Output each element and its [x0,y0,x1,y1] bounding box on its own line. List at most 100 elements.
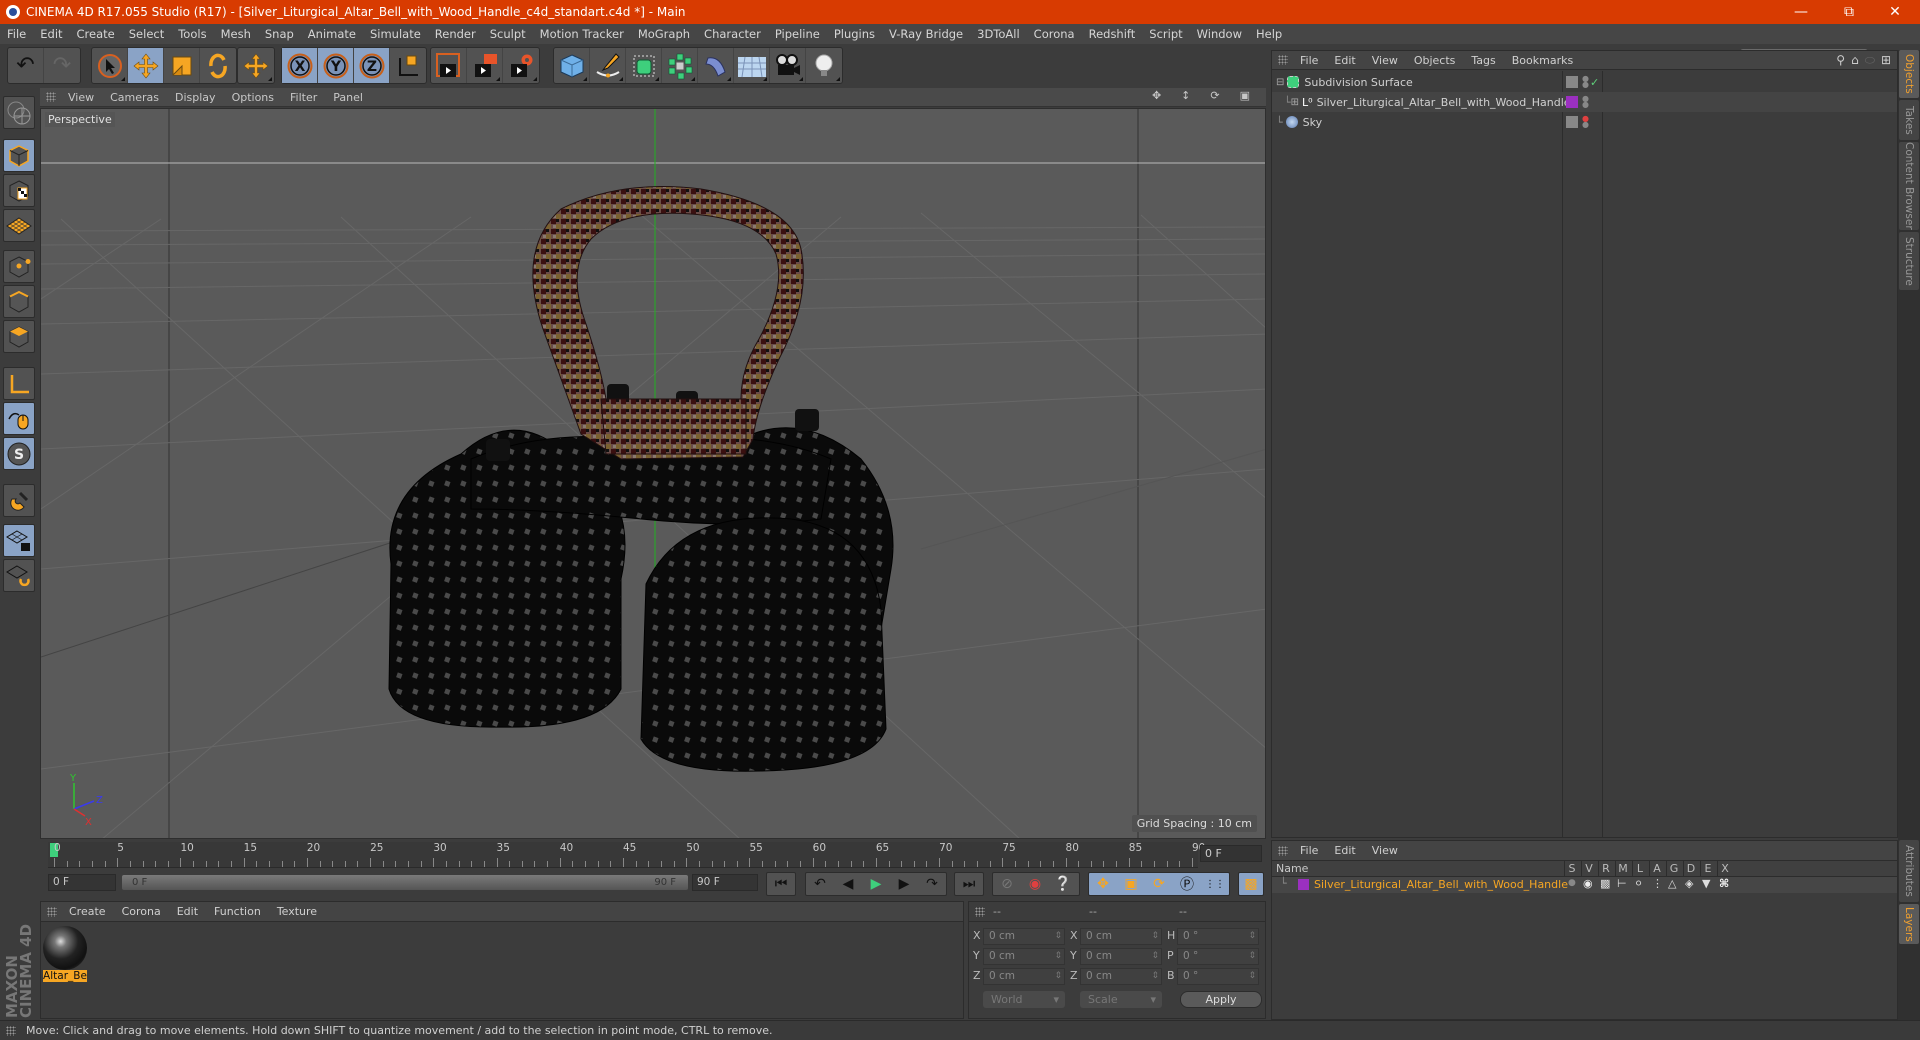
panel-grip-icon[interactable] [975,906,985,917]
viewport-menu-filter[interactable]: Filter [282,91,325,104]
pos-z-field[interactable]: 0 cm [983,968,1065,985]
record-disabled-icon[interactable]: ⊘ [993,873,1021,895]
menu-plugins[interactable]: Plugins [827,27,882,41]
column-locked[interactable]: L [1632,861,1647,877]
autokey-icon[interactable]: ◉ [1021,873,1049,895]
panel-grip-icon[interactable] [1278,55,1288,65]
start-frame-field[interactable]: 0 F [48,874,116,891]
key-parameter-icon[interactable]: Ⓟ [1173,873,1201,895]
next-keyframe-icon[interactable]: ↷ [918,873,946,895]
menu-animate[interactable]: Animate [301,27,363,41]
column-expressions[interactable]: E [1700,861,1715,877]
coordinate-system-button[interactable] [390,48,426,83]
timeline-ruler[interactable]: 0 5 10 15 20 25 30 35 40 45 50 55 60 65 70 75 80 85 90 [48,842,1205,868]
tab-structure[interactable]: Structure [1899,232,1919,290]
menu-motion-tracker[interactable]: Motion Tracker [533,27,631,41]
pos-x-field[interactable]: 0 cm [983,928,1065,945]
cube-button[interactable] [554,48,590,83]
menu-simulate[interactable]: Simulate [363,27,428,41]
om-menu-view[interactable]: View [1364,54,1406,67]
lock-icon[interactable]: ⚪ [1634,877,1643,890]
solo-dot-icon[interactable]: ● [1568,878,1576,888]
menu-window[interactable]: Window [1190,27,1249,41]
visibility-tag-icon[interactable] [1566,76,1578,88]
om-menu-edit[interactable]: Edit [1326,54,1363,67]
size-y-field[interactable]: 0 cm [1080,948,1162,965]
points-mode-button[interactable] [3,250,35,283]
tab-attributes[interactable]: Attributes [1899,840,1919,902]
move-view-icon[interactable]: ✥ [1144,89,1169,102]
key-pla-icon[interactable]: ⋮⋮ [1201,873,1229,895]
rotate-view-icon[interactable]: ⟳ [1202,89,1227,102]
menu-mograph[interactable]: MoGraph [631,27,697,41]
key-position-icon[interactable]: ✥ [1089,873,1117,895]
panel-grip-icon[interactable] [1278,845,1288,856]
restore-button[interactable]: ⧉ [1826,0,1872,24]
link-icon[interactable]: ⬭ [1865,53,1875,68]
mat-menu-texture[interactable]: Texture [269,905,325,918]
viewport-menu-display[interactable]: Display [167,91,224,104]
transform-mode-dropdown[interactable]: Scale [1080,991,1162,1008]
column-deformers[interactable]: D [1683,861,1698,877]
size-z-field[interactable]: 0 cm [1080,968,1162,985]
viewport-menu-cameras[interactable]: Cameras [102,91,167,104]
menu-mesh[interactable]: Mesh [214,27,258,41]
animation-icon[interactable]: ⋮ [1652,877,1663,890]
menu-render[interactable]: Render [428,27,483,41]
key-scale-icon[interactable]: ▣ [1117,873,1145,895]
menu-tools[interactable]: Tools [171,27,213,41]
close-button[interactable]: ✕ [1872,0,1918,24]
collapse-icon[interactable]: ⊟ [1276,77,1284,88]
menu-select[interactable]: Select [122,27,171,41]
tab-takes[interactable]: Takes [1899,100,1919,140]
cloner-button[interactable] [662,48,698,83]
model-mode-button[interactable] [3,139,35,172]
menu-vray-bridge[interactable]: V-Ray Bridge [882,27,970,41]
visibility-dots-icon[interactable]: ● ● [1582,75,1589,89]
move-tool-button[interactable] [128,48,164,83]
menu-redshift[interactable]: Redshift [1082,27,1143,41]
y-axis-button[interactable]: Y [318,48,354,83]
snap-button[interactable] [3,484,35,517]
manager-hierarchy-icon[interactable]: ⊢ [1617,877,1627,890]
keyframe-selection-icon[interactable]: ❔ [1049,873,1077,895]
tab-layers[interactable]: Layers [1899,904,1919,944]
viewport-menu-view[interactable]: View [60,91,102,104]
pos-y-field[interactable]: 0 cm [983,948,1065,965]
floor-button[interactable] [734,48,770,83]
menu-snap[interactable]: Snap [258,27,301,41]
current-frame-field[interactable]: 0 F [1200,845,1262,862]
next-frame-icon[interactable]: ▶ [890,873,918,895]
maximize-view-icon[interactable]: ▣ [1232,89,1258,102]
deformer-button[interactable] [698,48,734,83]
workplane-mode-button[interactable] [3,209,35,242]
xref-icon[interactable]: ⌘ [1719,877,1729,890]
scale-tool-button[interactable] [164,48,200,83]
enabled-check-icon[interactable]: ✓ [1590,76,1599,89]
view-eye-icon[interactable]: ◉ [1583,877,1593,890]
om-menu-file[interactable]: File [1292,54,1326,67]
menu-create[interactable]: Create [70,27,122,41]
workplane-lock-button[interactable] [3,524,35,557]
om-menu-bookmarks[interactable]: Bookmarks [1504,54,1581,67]
column-manager[interactable]: M [1615,861,1630,877]
go-to-start-button[interactable]: ⏮ [766,872,796,896]
polygons-mode-button[interactable] [3,320,35,353]
visibility-dots-icon[interactable]: ● ● [1582,95,1589,109]
coordinate-mode-dropdown[interactable]: World [983,991,1065,1008]
render-view-button[interactable] [431,48,467,83]
menu-corona[interactable]: Corona [1027,27,1082,41]
object-name[interactable]: Silver_Liturgical_Altar_Bell_with_Wood_H… [1317,96,1571,109]
tweak-mode-button[interactable] [3,402,35,435]
menu-script[interactable]: Script [1142,27,1189,41]
camera-button[interactable] [770,48,806,83]
mat-menu-corona[interactable]: Corona [114,905,169,918]
mat-menu-create[interactable]: Create [61,905,114,918]
edges-mode-button[interactable] [3,285,35,318]
key-rotation-icon[interactable]: ⟳ [1145,873,1173,895]
render-picture-viewer-button[interactable] [467,48,503,83]
menu-sculpt[interactable]: Sculpt [483,27,533,41]
bell-model[interactable] [388,186,894,772]
lm-menu-view[interactable]: View [1364,844,1406,857]
subdivision-surface-button[interactable] [626,48,662,83]
